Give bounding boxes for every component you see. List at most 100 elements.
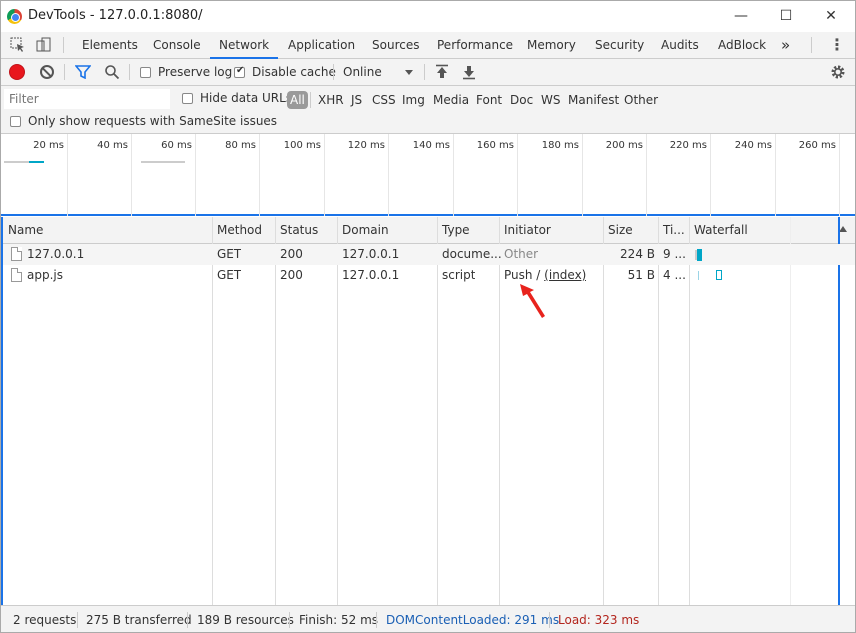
type-filter-img[interactable]: Img xyxy=(399,91,428,109)
divider xyxy=(129,64,130,80)
maximize-button[interactable]: ☐ xyxy=(771,5,801,27)
request-count: 2 requests xyxy=(13,613,77,627)
gear-icon[interactable] xyxy=(830,64,846,80)
preserve-log-checkbox[interactable] xyxy=(140,67,151,78)
tab-security[interactable]: Security xyxy=(586,32,653,58)
column-type[interactable]: Type xyxy=(442,223,470,237)
filter-input[interactable] xyxy=(4,89,170,109)
divider xyxy=(310,92,311,108)
divider xyxy=(376,612,377,628)
type-filter-manifest[interactable]: Manifest xyxy=(565,91,622,109)
column-method[interactable]: Method xyxy=(217,223,262,237)
table-row[interactable]: 127.0.0.1 GET 200 127.0.0.1 docume... Ot… xyxy=(3,244,855,265)
tick-label: 40 ms xyxy=(97,140,128,151)
throttling-select[interactable]: Online xyxy=(337,63,419,82)
sort-ascending-icon[interactable] xyxy=(839,226,847,232)
column-status[interactable]: Status xyxy=(280,223,318,237)
hide-data-urls-label: Hide data URLs xyxy=(200,91,293,105)
export-har-icon[interactable] xyxy=(462,64,476,80)
tick-label: 160 ms xyxy=(476,140,514,151)
table-row[interactable]: app.js GET 200 127.0.0.1 script Push / (… xyxy=(3,265,855,286)
grid-line xyxy=(839,134,840,216)
tick-label: 200 ms xyxy=(605,140,643,151)
column-size[interactable]: Size xyxy=(608,223,633,237)
tab-adblock[interactable]: AdBlock xyxy=(709,32,775,58)
hide-data-urls-checkbox[interactable] xyxy=(182,93,193,104)
inspect-element-icon[interactable] xyxy=(10,37,26,53)
type-filter-font[interactable]: Font xyxy=(473,91,505,109)
type-filter-media[interactable]: Media xyxy=(430,91,472,109)
search-icon[interactable] xyxy=(104,64,120,80)
column-initiator[interactable]: Initiator xyxy=(504,223,551,237)
script-file-icon xyxy=(11,268,22,282)
tick-label: 120 ms xyxy=(347,140,385,151)
disable-cache-checkbox[interactable] xyxy=(234,65,245,78)
type-filter-doc[interactable]: Doc xyxy=(507,91,536,109)
tab-performance[interactable]: Performance xyxy=(428,32,522,58)
tab-application[interactable]: Application xyxy=(279,32,364,58)
document-icon xyxy=(11,247,22,261)
request-name[interactable]: app.js xyxy=(27,268,63,282)
overview-timeline[interactable]: 20 ms 40 ms 60 ms 80 ms 100 ms 120 ms 14… xyxy=(1,134,855,216)
divider xyxy=(811,37,812,53)
disable-cache-label: Disable cache xyxy=(252,65,336,79)
type-filter-xhr[interactable]: XHR xyxy=(315,91,347,109)
preserve-log-label: Preserve log xyxy=(158,65,233,79)
waterfall-bar[interactable] xyxy=(697,249,702,261)
dom-content-loaded-time: DOMContentLoaded: 291 ms xyxy=(386,613,560,627)
waterfall-bar[interactable] xyxy=(716,270,722,280)
clear-button[interactable] xyxy=(40,65,54,79)
type-filter-css[interactable]: CSS xyxy=(369,91,399,109)
tab-console[interactable]: Console xyxy=(144,32,210,58)
filter-funnel-icon[interactable] xyxy=(75,65,91,79)
device-toolbar-icon[interactable] xyxy=(36,37,52,53)
more-tabs-button[interactable]: » xyxy=(772,32,799,58)
request-status: 200 xyxy=(280,247,303,261)
filter-bar: Hide data URLs All XHR JS CSS Img Media … xyxy=(1,86,855,134)
chrome-logo-icon xyxy=(7,9,22,24)
request-size: 51 B xyxy=(627,268,655,282)
initiator-link[interactable]: (index) xyxy=(544,268,586,282)
divider xyxy=(333,64,334,80)
request-size: 224 B xyxy=(620,247,655,261)
request-initiator-wrap: Push / (index) xyxy=(504,268,586,282)
tick-label: 180 ms xyxy=(541,140,579,151)
request-domain: 127.0.0.1 xyxy=(342,247,400,261)
request-status: 200 xyxy=(280,268,303,282)
tab-network[interactable]: Network xyxy=(210,32,279,59)
import-har-icon[interactable] xyxy=(435,64,449,80)
title-bar: DevTools - 127.0.0.1:8080/ — ☐ ✕ xyxy=(1,1,855,32)
divider xyxy=(64,64,65,80)
divider xyxy=(289,612,290,628)
type-filter-other[interactable]: Other xyxy=(621,91,661,109)
panel-tabbar: Elements Console Network Application Sou… xyxy=(1,32,855,59)
record-button[interactable] xyxy=(10,65,24,79)
divider xyxy=(77,612,78,628)
tick-label: 20 ms xyxy=(33,140,64,151)
minimize-button[interactable]: — xyxy=(726,5,756,27)
tick-label: 100 ms xyxy=(283,140,321,151)
type-filter-all[interactable]: All xyxy=(287,91,308,109)
customize-menu-icon[interactable]: ⋮ xyxy=(829,37,845,53)
column-name[interactable]: Name xyxy=(8,223,43,237)
overview-bar xyxy=(29,161,44,163)
close-button[interactable]: ✕ xyxy=(816,5,846,27)
tab-memory[interactable]: Memory xyxy=(518,32,585,58)
tab-audits[interactable]: Audits xyxy=(652,32,708,58)
tick-label: 220 ms xyxy=(669,140,707,151)
divider xyxy=(187,612,188,628)
column-domain[interactable]: Domain xyxy=(342,223,389,237)
request-initiator: Push / xyxy=(504,268,545,282)
divider xyxy=(63,37,64,53)
status-bar: 2 requests 275 B transferred 189 B resou… xyxy=(1,605,855,632)
request-type: script xyxy=(442,268,476,282)
samesite-checkbox[interactable] xyxy=(10,116,21,127)
tab-elements[interactable]: Elements xyxy=(73,32,147,58)
column-time[interactable]: Ti... xyxy=(663,223,685,237)
type-filter-ws[interactable]: WS xyxy=(538,91,563,109)
request-name[interactable]: 127.0.0.1 xyxy=(27,247,84,261)
type-filter-js[interactable]: JS xyxy=(348,91,365,109)
devtools-window: DevTools - 127.0.0.1:8080/ — ☐ ✕ Element… xyxy=(0,0,856,633)
tab-sources[interactable]: Sources xyxy=(363,32,428,58)
column-waterfall[interactable]: Waterfall xyxy=(694,223,748,237)
